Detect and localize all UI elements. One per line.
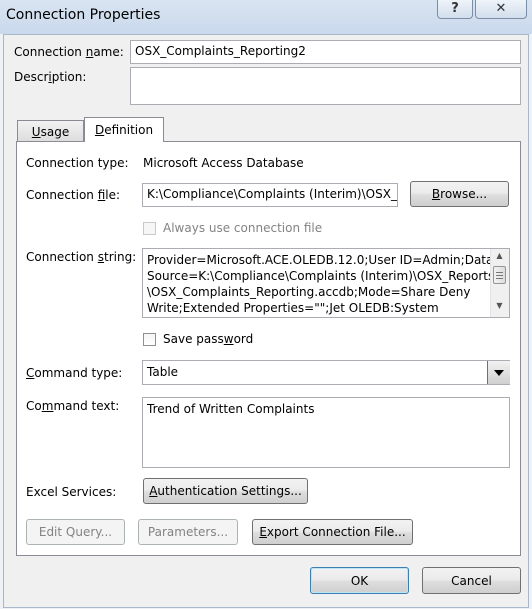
save-password-checkbox[interactable]	[143, 333, 156, 346]
command-text-textarea[interactable]: Trend of Written Complaints	[142, 397, 510, 468]
scroll-up-icon[interactable]: ▲	[491, 249, 508, 262]
description-label: Description:	[14, 70, 87, 84]
command-type-dropdown-button[interactable]	[487, 361, 510, 384]
browse-button[interactable]: Browse...	[410, 181, 509, 207]
scroll-thumb[interactable]	[493, 266, 506, 284]
connection-type-label: Connection type:	[26, 156, 129, 170]
help-icon: ?	[451, 0, 459, 16]
connection-string-line: Source=K:\Compliance\Complaints (Interim…	[147, 269, 495, 283]
command-type-label: Command type:	[26, 366, 123, 380]
save-password-label: Save password	[163, 332, 254, 346]
connection-name-label: Connection name:	[14, 45, 124, 59]
export-connection-file-label: Export Connection File...	[259, 525, 406, 539]
browse-button-label: Browse...	[431, 187, 488, 201]
window-title: Connection Properties	[6, 7, 161, 23]
connection-string-label: Connection string:	[26, 250, 137, 264]
command-type-select[interactable]: Table	[142, 360, 510, 385]
connection-file-input[interactable]: K:\Compliance\Complaints (Interim)\OSX_R	[142, 183, 398, 207]
chevron-down-icon	[494, 369, 504, 376]
edit-query-button[interactable]: Edit Query...	[26, 519, 125, 545]
authentication-settings-label: Authentication Settings...	[149, 484, 302, 498]
close-button[interactable]: ✕	[475, 0, 527, 19]
help-button[interactable]: ?	[437, 0, 473, 19]
authentication-settings-button[interactable]: Authentication Settings...	[143, 478, 308, 504]
connection-file-label: Connection file:	[26, 188, 121, 202]
ok-button[interactable]: OK	[310, 567, 409, 594]
tab-definition[interactable]: Definition	[84, 117, 164, 142]
description-input[interactable]	[130, 67, 521, 105]
connection-type-value: Microsoft Access Database	[143, 156, 304, 170]
always-use-connection-file-label: Always use connection file	[163, 221, 323, 235]
connection-name-input[interactable]: OSX_Complaints_Reporting2	[130, 40, 521, 64]
connection-string-line: Write;Extended Properties="";Jet OLEDB:S…	[147, 301, 439, 315]
close-icon: ✕	[495, 0, 507, 16]
connection-string-scrollbar[interactable]: ▲ ▼	[490, 249, 509, 317]
parameters-button[interactable]: Parameters...	[138, 519, 238, 545]
scroll-down-icon[interactable]: ▼	[491, 299, 508, 312]
tab-definition-label: Definition	[94, 123, 154, 137]
export-connection-file-button[interactable]: Export Connection File...	[252, 519, 413, 545]
always-use-connection-file-checkbox[interactable]	[143, 222, 156, 235]
connection-string-line: Provider=Microsoft.ACE.OLEDB.12.0;User I…	[147, 253, 494, 267]
excel-services-label: Excel Services:	[26, 485, 117, 499]
connection-string-line: \OSX_Complaints_Reporting.accdb;Mode=Sha…	[147, 285, 471, 299]
cancel-button[interactable]: Cancel	[422, 567, 521, 594]
connection-string-textarea[interactable]: Provider=Microsoft.ACE.OLEDB.12.0;User I…	[142, 248, 510, 318]
tab-usage-label: Usage	[31, 124, 70, 139]
command-type-value: Table	[147, 365, 179, 379]
command-text-label: Command text:	[26, 399, 120, 413]
tab-usage[interactable]: Usage	[17, 120, 84, 142]
